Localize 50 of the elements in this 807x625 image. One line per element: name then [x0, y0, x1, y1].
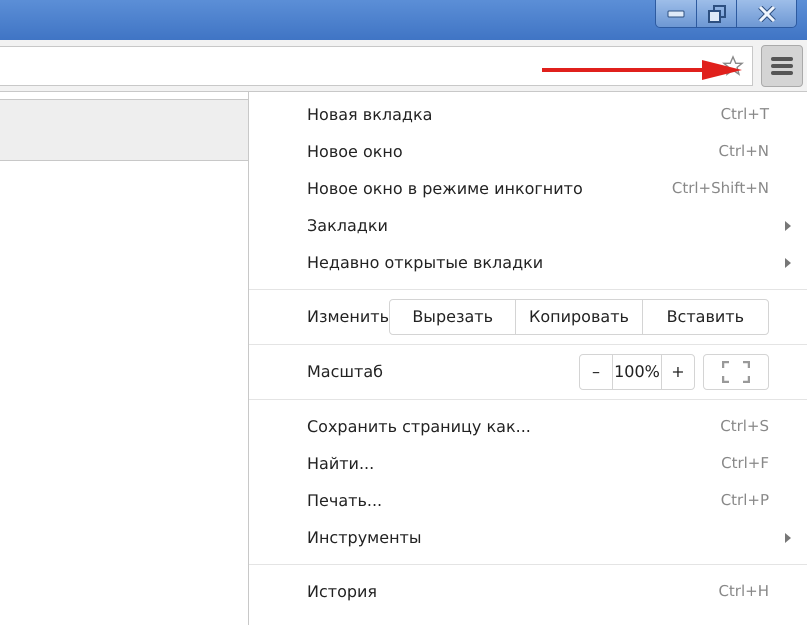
- menu-item[interactable]: Новая вкладка Ctrl+T: [249, 96, 807, 133]
- shortcut-label: Ctrl+T: [720, 104, 769, 126]
- arrow-icon: [542, 58, 744, 82]
- menu-item-label: Найти...: [307, 452, 376, 474]
- minimize-button[interactable]: [656, 0, 696, 27]
- menu-item[interactable]: Инструменты: [249, 519, 807, 556]
- minimize-icon: [667, 10, 685, 18]
- submenu-arrow-icon: [785, 220, 791, 230]
- menu-item-label: История: [307, 580, 378, 602]
- menu-item[interactable]: Недавно открытые вкладки: [249, 244, 807, 281]
- menu-item-label: Сохранить страницу как...: [307, 416, 532, 438]
- menu-button[interactable]: [761, 44, 803, 86]
- menu-item-label: Недавно открытые вкладки: [307, 252, 544, 274]
- menu-item[interactable]: Сохранить страницу как... Ctrl+S: [249, 408, 807, 445]
- shortcut-label: Ctrl+Shift+N: [672, 178, 769, 200]
- restore-icon: [708, 4, 726, 22]
- shortcut-label: Ctrl+F: [721, 453, 769, 474]
- shortcut-label: Ctrl+N: [718, 141, 769, 162]
- menu-item-label: Инструменты: [307, 526, 422, 548]
- menu-item-label: Новое окно в режиме инкогнито: [307, 178, 584, 200]
- menu-item[interactable]: Новое окно Ctrl+N: [249, 133, 807, 170]
- menu-item[interactable]: Закладки: [249, 207, 807, 244]
- edit-button[interactable]: Вставить: [642, 300, 768, 334]
- zoom-in-button[interactable]: +: [662, 355, 694, 389]
- submenu-arrow-icon: [785, 258, 791, 268]
- edit-button[interactable]: Вырезать: [390, 300, 516, 334]
- menu-item[interactable]: Новое окно в режиме инкогнито Ctrl+Shift+N: [249, 170, 807, 207]
- zoom-value: 100%: [612, 355, 662, 389]
- address-bar[interactable]: [0, 46, 753, 86]
- menu-item[interactable]: Найти... Ctrl+F: [249, 445, 807, 482]
- fullscreen-icon: [722, 361, 750, 383]
- shortcut-label: Ctrl+H: [718, 581, 769, 602]
- submenu-arrow-icon: [785, 532, 791, 542]
- shortcut-label: Ctrl+S: [720, 416, 769, 438]
- menu-item-label: Новая вкладка: [307, 104, 434, 126]
- restore-button[interactable]: [696, 0, 736, 27]
- close-button[interactable]: [736, 0, 796, 27]
- close-icon: [758, 6, 776, 22]
- menu-item-label: Масштаб: [307, 361, 384, 383]
- menu-item-label: Новое окно: [307, 140, 404, 162]
- menu-item-label: Закладки: [307, 214, 389, 236]
- fullscreen-button[interactable]: [703, 354, 769, 390]
- menu-item-label: Изменить: [307, 306, 389, 328]
- menu-icon: [771, 56, 793, 74]
- menu-item[interactable]: История Ctrl+H: [249, 573, 807, 610]
- menu-item[interactable]: Печать... Ctrl+P: [249, 482, 807, 519]
- menu-item-label: Печать...: [307, 490, 384, 512]
- edit-button[interactable]: Копировать: [515, 300, 642, 334]
- zoom-out-button[interactable]: –: [580, 355, 612, 389]
- shortcut-label: Ctrl+P: [720, 490, 769, 512]
